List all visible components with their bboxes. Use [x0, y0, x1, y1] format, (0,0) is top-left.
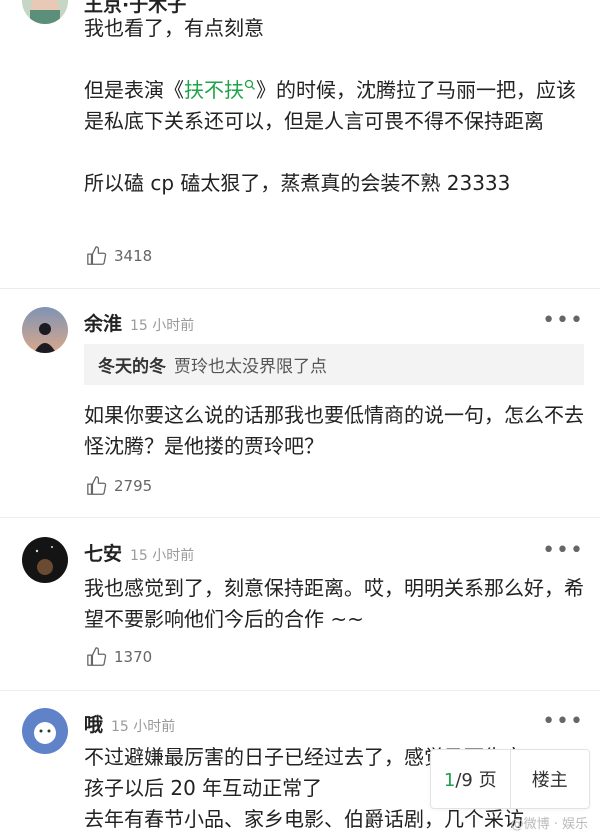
- current-page: 1: [443, 770, 456, 791]
- comment-body: 我也看了，有点刻意 但是表演《扶不扶 》的时候，沈腾拉了马丽一把，应该是私底下关系…: [84, 13, 584, 199]
- avatar[interactable]: [22, 708, 68, 754]
- avatar[interactable]: [22, 537, 68, 583]
- quoted-text: 贾玲也太没界限了点: [174, 357, 327, 377]
- like-count: 3418: [114, 247, 153, 265]
- comment-paragraph: 但是表演《扶不扶 》的时候，沈腾拉了马丽一把，应该是私底下关系还可以，但是人言可畏…: [84, 75, 584, 137]
- comment-body: 我也感觉到了，刻意保持距离。哎，明明关系那么好，希望不要影响他们今后的合作 ~~: [84, 573, 584, 635]
- floor-owner-button[interactable]: 楼主: [511, 766, 590, 792]
- commenter-name[interactable]: 余淮 15 小时前: [84, 309, 194, 336]
- comment-text: 但是表演《: [84, 78, 184, 102]
- comment-text: 我也感觉到了，刻意保持距离。哎，明明关系那么好，希望不要影响他们今后的合作 ~~: [84, 576, 584, 631]
- pager: 1/9 页 楼主: [430, 749, 590, 809]
- comment-paragraph: [84, 137, 584, 168]
- like-count: 1370: [114, 648, 153, 666]
- like-button[interactable]: 3418: [86, 245, 152, 267]
- comment-time: 15 小时前: [130, 318, 195, 334]
- thumbs-up-icon: [87, 246, 107, 265]
- more-options-icon[interactable]: •••: [542, 709, 584, 734]
- commenter-name[interactable]: 哦 15 小时前: [84, 710, 175, 737]
- comment-time: 15 小时前: [130, 548, 195, 564]
- avatar[interactable]: [22, 307, 68, 353]
- comment-paragraph: 我也看了，有点刻意: [84, 16, 264, 40]
- like-button[interactable]: 2795: [86, 475, 152, 497]
- divider: [0, 517, 600, 518]
- comment-time: 15 小时前: [111, 719, 176, 735]
- more-options-icon[interactable]: •••: [542, 538, 584, 563]
- quoted-reply[interactable]: 冬天的冬 贾玲也太没界限了点: [84, 344, 584, 385]
- commenter-name[interactable]: 七安 15 小时前: [84, 539, 194, 566]
- topic-link[interactable]: 扶不扶: [184, 78, 256, 102]
- comment-paragraph: 所以磕 cp 磕太狠了，蒸煮真的会装不熟 23333: [84, 171, 511, 195]
- comment-body: 如果你要这么说的话那我也要低情商的说一句，怎么不去怪沈腾？是他搂的贾玲吧？: [84, 400, 584, 462]
- search-icon: [244, 79, 255, 90]
- thumbs-up-icon: [87, 476, 107, 495]
- divider: [0, 690, 600, 691]
- watermark: @微博 · 娱乐: [510, 817, 588, 832]
- divider: [0, 288, 600, 289]
- thumbs-up-icon: [87, 647, 107, 666]
- comment-paragraph: [84, 44, 584, 75]
- page-indicator[interactable]: 1/9 页: [431, 766, 510, 792]
- quoted-name: 冬天的冬: [98, 357, 166, 377]
- total-pages: /9 页: [455, 770, 497, 791]
- avatar[interactable]: [22, 0, 68, 24]
- comment-text: 如果你要这么说的话那我也要低情商的说一句，怎么不去怪沈腾？是他搂的贾玲吧？: [84, 403, 584, 458]
- more-options-icon[interactable]: •••: [542, 308, 584, 333]
- like-button[interactable]: 1370: [86, 646, 152, 668]
- like-count: 2795: [114, 477, 153, 495]
